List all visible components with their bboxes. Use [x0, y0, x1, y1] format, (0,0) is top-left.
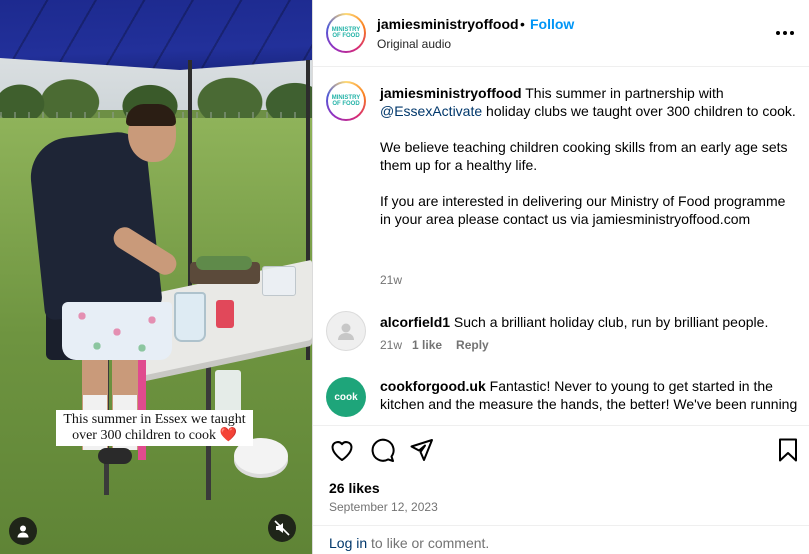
- login-prompt: Log in to like or comment.: [313, 525, 809, 554]
- video-flamingo-tablecloth: [62, 302, 172, 360]
- video-caption-line: over 300 children to cook ❤️: [60, 428, 249, 444]
- user-icon: [17, 525, 29, 538]
- header-username[interactable]: jamiesministryoffood: [377, 16, 519, 32]
- more-dot: [783, 31, 787, 35]
- comment-likes[interactable]: 1 like: [412, 338, 442, 352]
- video-caption-line: This summer in Essex we taught: [63, 412, 246, 427]
- heart-icon[interactable]: [328, 436, 356, 464]
- video-person-shoe: [98, 448, 132, 464]
- comment-text: cookforgood.uk Fantastic! Never to young…: [380, 377, 798, 413]
- comment-username[interactable]: alcorfield1: [380, 314, 450, 330]
- post-panel: MINISTRY OF FOOD jamiesministryoffood • …: [312, 0, 809, 554]
- cook-for-good-logo: cook: [334, 391, 358, 403]
- comment-meta: 21w 1 like Reply: [380, 338, 489, 352]
- muted-speaker-icon: [274, 520, 290, 536]
- post-caption: jamiesministryoffood This summer in part…: [380, 84, 798, 246]
- reel-video[interactable]: This summer in Essex we taught over 300 …: [0, 0, 312, 554]
- tagged-users-button[interactable]: [9, 517, 37, 545]
- more-options-icon[interactable]: [776, 24, 794, 42]
- comment-timestamp[interactable]: 21w: [380, 338, 402, 352]
- caption-text: This summer in partnership with: [525, 85, 724, 101]
- video-plastic-box: [262, 266, 296, 296]
- comment-icon[interactable]: [368, 436, 396, 464]
- avatar-inner: MINISTRY OF FOOD: [328, 15, 364, 51]
- video-cup-stack: [215, 370, 241, 414]
- default-avatar-icon: [338, 323, 354, 340]
- video-red-cup: [216, 300, 234, 328]
- video-caption-text: over 300 children to cook: [72, 428, 216, 443]
- comment-body: Such a brilliant holiday club, run by br…: [453, 314, 769, 330]
- caption-username[interactable]: jamiesministryoffood: [380, 85, 522, 101]
- mention-link[interactable]: @EssexActivate: [380, 103, 482, 119]
- ministry-of-food-logo: MINISTRY OF FOOD: [331, 27, 361, 39]
- mute-toggle-button[interactable]: [268, 514, 296, 542]
- caption-timestamp[interactable]: 21w: [380, 273, 402, 287]
- video-person-hair: [126, 104, 176, 126]
- video-canopy-frame: [0, 0, 312, 70]
- more-dot: [790, 31, 794, 35]
- profile-avatar[interactable]: MINISTRY OF FOOD: [326, 13, 366, 53]
- caption-author-avatar[interactable]: MINISTRY OF FOOD: [326, 81, 366, 121]
- share-icon[interactable]: [408, 436, 436, 464]
- original-audio-link[interactable]: Original audio: [377, 37, 451, 51]
- comment-text: alcorfield1 Such a brilliant holiday clu…: [380, 313, 798, 331]
- comments-section[interactable]: MINISTRY OF FOOD jamiesministryoffood Th…: [313, 68, 809, 425]
- caption-text: holiday clubs we taught over 300 childre…: [486, 103, 796, 119]
- follow-button[interactable]: Follow: [530, 16, 574, 32]
- video-measuring-jug: [174, 292, 206, 342]
- heart-emoji: ❤️: [219, 428, 237, 443]
- caption-paragraph: We believe teaching children cooking ski…: [380, 139, 788, 173]
- more-dot: [776, 31, 780, 35]
- reply-button[interactable]: Reply: [456, 338, 489, 352]
- video-caption-overlay: This summer in Essex we taught over 300 …: [56, 410, 253, 446]
- header-separator: •: [520, 16, 525, 32]
- post-date[interactable]: September 12, 2023: [329, 500, 438, 514]
- commenter-avatar[interactable]: [326, 311, 366, 351]
- likes-count[interactable]: 26 likes: [329, 480, 380, 496]
- login-prompt-text: to like or comment.: [371, 535, 490, 551]
- action-bar: 26 likes September 12, 2023: [313, 425, 809, 525]
- commenter-avatar[interactable]: cook: [326, 377, 366, 417]
- ministry-of-food-logo: MINISTRY OF FOOD: [331, 95, 361, 107]
- post-header: MINISTRY OF FOOD jamiesministryoffood • …: [313, 0, 809, 67]
- bookmark-icon[interactable]: [774, 436, 802, 464]
- avatar-inner: MINISTRY OF FOOD: [328, 83, 364, 119]
- video-lettuce: [196, 256, 252, 270]
- login-link[interactable]: Log in: [329, 535, 367, 551]
- comment-username[interactable]: cookforgood.uk: [380, 378, 486, 394]
- caption-paragraph: If you are interested in delivering our …: [380, 193, 786, 227]
